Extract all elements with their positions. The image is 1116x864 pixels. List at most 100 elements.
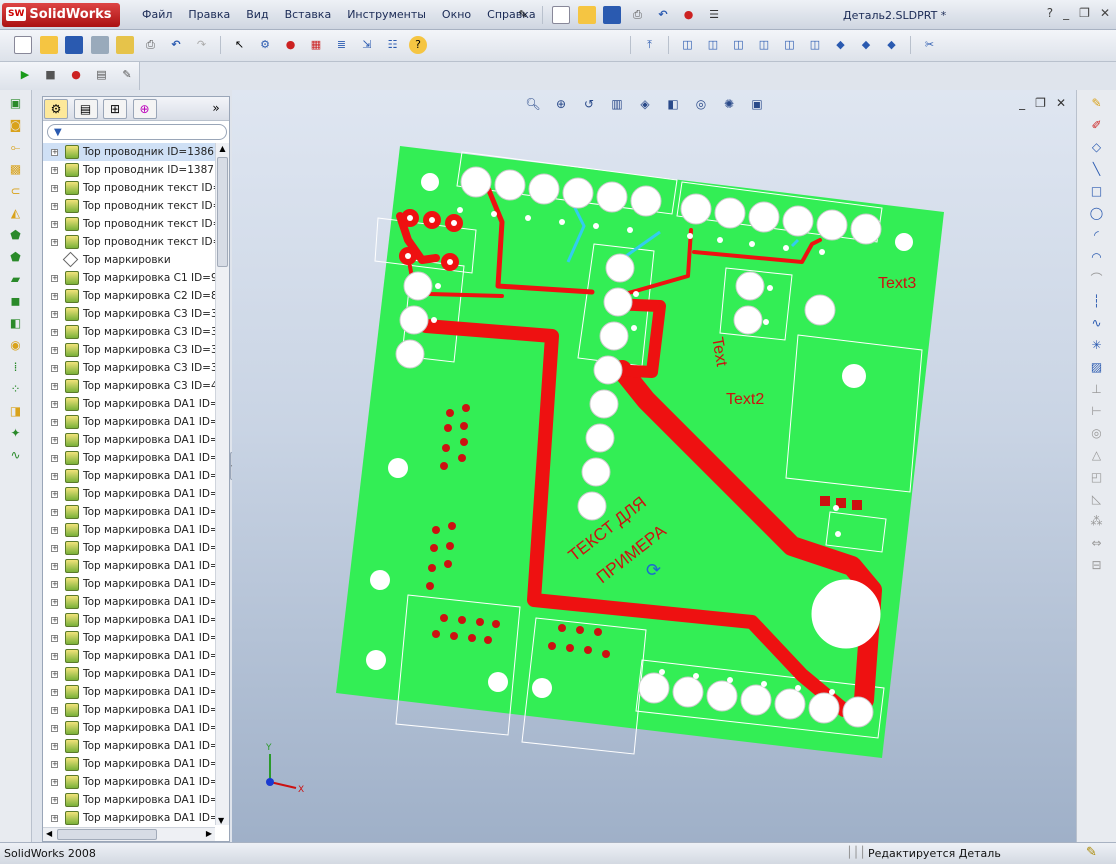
- expand-icon[interactable]: +: [51, 491, 58, 498]
- new-macro-icon[interactable]: ▤: [93, 66, 111, 84]
- menu-file[interactable]: Файл: [134, 6, 180, 24]
- scroll-thumb[interactable]: [217, 157, 228, 267]
- expand-icon[interactable]: +: [51, 779, 58, 786]
- tree-item[interactable]: + Top маркировка C3 ID=3: [43, 305, 215, 323]
- tangent-arc-icon[interactable]: ◠: [1087, 248, 1107, 266]
- hscroll-thumb[interactable]: [57, 829, 157, 840]
- tree-item[interactable]: Top маркировки: [43, 251, 215, 269]
- expand-icon[interactable]: +: [51, 797, 58, 804]
- expand-icon[interactable]: +: [51, 545, 58, 552]
- expand-icon[interactable]: +: [51, 293, 58, 300]
- sketch-icon[interactable]: ✎: [1087, 94, 1107, 112]
- expand-icon[interactable]: +: [51, 203, 58, 210]
- tree-item[interactable]: + Top проводник текст ID=: [43, 179, 215, 197]
- expand-icon[interactable]: +: [51, 275, 58, 282]
- expand-icon[interactable]: +: [51, 455, 58, 462]
- property-manager-tab[interactable]: ▤: [73, 99, 98, 119]
- dimxpert-tab[interactable]: ⊕: [132, 99, 157, 119]
- offset-icon[interactable]: ◎: [1087, 424, 1107, 442]
- expand-icon[interactable]: +: [51, 527, 58, 534]
- curves-icon[interactable]: ∿: [6, 446, 26, 464]
- tree-filter-input[interactable]: ▼: [47, 124, 227, 140]
- tree-item[interactable]: + Top проводник текст ID=: [43, 233, 215, 251]
- section-view-icon[interactable]: ✂: [921, 36, 939, 54]
- tree-item[interactable]: + Top маркировка DA1 ID=: [43, 449, 215, 467]
- tree-item[interactable]: + Top маркировка DA1 ID=: [43, 701, 215, 719]
- tree-item[interactable]: + Top маркировка DA1 ID=: [43, 413, 215, 431]
- fillet-sketch-icon[interactable]: ◰: [1087, 468, 1107, 486]
- configuration-manager-tab[interactable]: ⊞: [103, 99, 127, 119]
- tree-item[interactable]: + Top маркировка DA1 ID=: [43, 539, 215, 557]
- help-icon[interactable]: ?: [1047, 6, 1053, 20]
- scroll-down-icon[interactable]: ▼: [218, 816, 224, 825]
- display-relations-icon[interactable]: ⊟: [1087, 556, 1107, 574]
- tree-item[interactable]: + Top маркировка DA1 ID=: [43, 431, 215, 449]
- select-icon[interactable]: ↖: [231, 36, 249, 54]
- expand-icon[interactable]: +: [51, 671, 58, 678]
- expand-icon[interactable]: +: [51, 635, 58, 642]
- revolve-icon[interactable]: ◙: [6, 116, 26, 134]
- traffic-light-icon[interactable]: ●: [282, 36, 300, 54]
- rectangle-icon[interactable]: □: [1087, 182, 1107, 200]
- tree-item[interactable]: + Top маркировка DA1 ID=: [43, 521, 215, 539]
- tree-vertical-scrollbar[interactable]: ▲ ▼: [215, 143, 229, 825]
- sweep-icon[interactable]: ⟜: [6, 138, 26, 156]
- expand-icon[interactable]: +: [51, 167, 58, 174]
- menu-window[interactable]: Окно: [434, 6, 479, 24]
- save-icon[interactable]: [65, 36, 83, 54]
- 3d-sketch-icon[interactable]: ✐: [1087, 116, 1107, 134]
- tree-item[interactable]: + Top маркировка DA1 ID=: [43, 593, 215, 611]
- expand-icon[interactable]: +: [51, 743, 58, 750]
- minimize-icon[interactable]: _: [1063, 6, 1069, 20]
- cut-extrude-icon[interactable]: ⬟: [6, 226, 26, 244]
- centerline-icon[interactable]: ┆: [1087, 292, 1107, 310]
- loft-icon[interactable]: ▩: [6, 160, 26, 178]
- expand-panel-icon[interactable]: »: [204, 99, 228, 119]
- tree-item[interactable]: + Top маркировка DA1 ID=: [43, 485, 215, 503]
- open-folder-icon[interactable]: [577, 6, 596, 24]
- grid-icon[interactable]: ▦: [307, 36, 325, 54]
- hole-wizard-icon[interactable]: ◉: [6, 336, 26, 354]
- save-icon[interactable]: [603, 6, 621, 24]
- expand-icon[interactable]: +: [51, 815, 58, 822]
- chamfer-sketch-icon[interactable]: ◺: [1087, 490, 1107, 508]
- new-document-icon[interactable]: [552, 6, 570, 24]
- linear-sketch-pattern-icon[interactable]: ⁂: [1087, 512, 1107, 530]
- centerpoint-arc-icon[interactable]: ◜: [1087, 226, 1107, 244]
- tree-item[interactable]: + Top проводник текст ID=: [43, 215, 215, 233]
- new-icon[interactable]: [14, 36, 32, 54]
- top-view-icon[interactable]: ◫: [781, 36, 799, 54]
- expand-icon[interactable]: +: [51, 707, 58, 714]
- rib-icon[interactable]: ◼: [6, 292, 26, 310]
- graphics-area[interactable]: 🔍︎ ⊕ ↺ ▥ ◈ ◧ ◎ ✺ ▣ _ ❐ ✕ Text Text2 Text…: [232, 90, 1076, 842]
- scroll-right-icon[interactable]: ▶: [206, 829, 212, 838]
- trimetric-icon[interactable]: ◆: [857, 36, 875, 54]
- menu-tools[interactable]: Инструменты: [339, 6, 434, 24]
- tree-item[interactable]: + Top маркировка DA1 ID=: [43, 719, 215, 737]
- help-icon[interactable]: ?: [409, 36, 427, 54]
- tree-item[interactable]: + Top маркировка DA1 ID=: [43, 467, 215, 485]
- menu-edit[interactable]: Правка: [180, 6, 238, 24]
- expand-icon[interactable]: +: [51, 149, 58, 156]
- expand-icon[interactable]: +: [51, 401, 58, 408]
- mirror-entities-icon[interactable]: △: [1087, 446, 1107, 464]
- options-icon[interactable]: ☷: [384, 36, 402, 54]
- expand-icon[interactable]: +: [51, 599, 58, 606]
- scroll-up-icon[interactable]: ▲: [216, 143, 229, 155]
- expand-icon[interactable]: +: [51, 185, 58, 192]
- tree-item[interactable]: + Top маркировка DA1 ID=: [43, 503, 215, 521]
- spline-icon[interactable]: ∿: [1087, 314, 1107, 332]
- move-entities-icon[interactable]: ⇔: [1087, 534, 1107, 552]
- three-point-arc-icon[interactable]: ⌒: [1087, 270, 1107, 288]
- smart-dimension-icon[interactable]: ◇: [1087, 138, 1107, 156]
- mirror-icon[interactable]: ◨: [6, 402, 26, 420]
- tree-item[interactable]: + Top маркировка DA1 ID=: [43, 629, 215, 647]
- expand-icon[interactable]: +: [51, 761, 58, 768]
- open-icon[interactable]: [39, 36, 58, 54]
- undo-icon[interactable]: ↶: [167, 36, 185, 54]
- edit-macro-icon[interactable]: ✎: [118, 66, 136, 84]
- undo-icon[interactable]: ↶: [654, 6, 672, 24]
- expand-icon[interactable]: +: [51, 365, 58, 372]
- tree-item[interactable]: + Top маркировка DA1 ID=: [43, 557, 215, 575]
- tree-item[interactable]: + Top проводник ID=1386: [43, 143, 215, 161]
